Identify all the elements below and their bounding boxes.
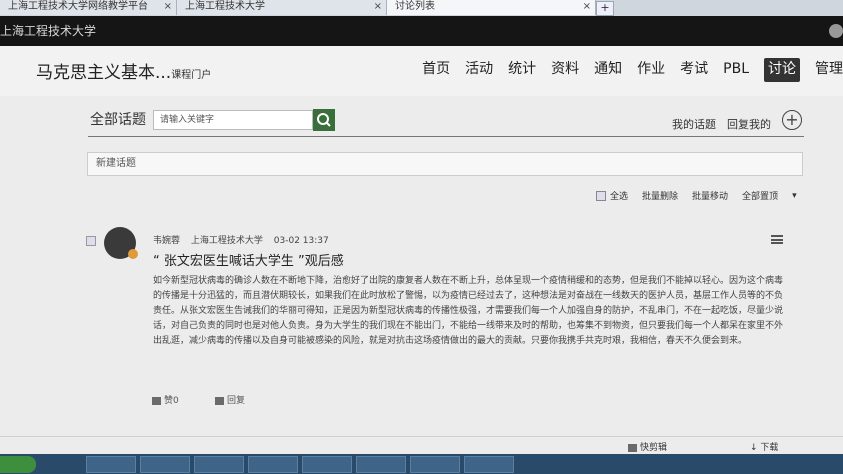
tab-label: 上海工程技术大学 <box>185 1 265 12</box>
taskbar-app[interactable] <box>356 456 406 473</box>
select-all-checkbox[interactable] <box>596 190 606 201</box>
close-icon[interactable]: × <box>374 0 382 13</box>
nav-pbl[interactable]: PBL <box>723 58 749 82</box>
nav-discussion[interactable]: 讨论 <box>764 58 800 82</box>
quick-clip-button[interactable]: 快剪辑 <box>628 440 667 453</box>
browser-tab-university[interactable]: 上海工程技术大学 × <box>177 0 387 15</box>
taskbar-app[interactable] <box>302 456 352 473</box>
user-badge-icon <box>128 249 138 259</box>
post-body: 如今新型冠状病毒的确诊人数在不断地下降，治愈好了出院的康复者人数在不断上升，总体… <box>153 276 784 346</box>
course-portal-link[interactable]: 课程门户 <box>171 70 211 81</box>
nav-manage[interactable]: 管理 <box>815 58 843 82</box>
course-nav: 首页 活动 统计 资料 通知 作业 考试 PBL 讨论 管理 <box>407 58 843 82</box>
avatar[interactable] <box>104 227 138 259</box>
search-input[interactable]: 请输入关键字 <box>153 110 313 130</box>
post-author[interactable]: 韦婉蓉 <box>153 236 180 246</box>
discussion-content: 全部话题 请输入关键字 我的话题 回复我的 + 新建话题 全选 批量删除 批量移… <box>0 96 843 436</box>
nav-activity[interactable]: 活动 <box>465 58 493 82</box>
nav-notices[interactable]: 通知 <box>594 58 622 82</box>
post-school: 上海工程技术大学 <box>190 236 263 246</box>
reply-mine-link[interactable]: 回复我的 <box>727 116 771 132</box>
course-header: 马克思主义基本...课程门户 首页 活动 统计 资料 通知 作业 考试 PBL … <box>0 46 843 97</box>
reply-label: 回复 <box>227 396 246 406</box>
post-checkbox[interactable] <box>86 236 96 246</box>
chevron-down-icon[interactable]: ▾ <box>792 191 797 201</box>
batch-move-button[interactable]: 批量移动 <box>692 189 728 202</box>
nav-stats[interactable]: 统计 <box>508 58 536 82</box>
start-button[interactable] <box>0 456 36 473</box>
browser-tab-platform[interactable]: 上海工程技术大学网络教学平台 × <box>0 0 177 15</box>
play-icon <box>628 443 637 452</box>
browser-tab-discussion[interactable]: 讨论列表 × <box>387 0 596 15</box>
browser-tab-bar: 上海工程技术大学网络教学平台 × 上海工程技术大学 × 讨论列表 × + <box>0 0 843 17</box>
tab-label: 讨论列表 <box>395 1 435 12</box>
all-topics-label: 全部话题 <box>90 112 146 128</box>
site-bar: 上海工程技术大学 <box>0 16 843 46</box>
post-meta: 韦婉蓉 上海工程技术大学 03-02 13:37 <box>153 233 337 246</box>
post-time: 03-02 13:37 <box>273 236 329 246</box>
close-icon[interactable]: × <box>164 0 172 13</box>
divider <box>88 136 804 137</box>
nav-materials[interactable]: 资料 <box>551 58 579 82</box>
browser-status-bar: 快剪辑 ↓ 下载 <box>0 436 843 455</box>
batch-tools: 全选 批量删除 批量移动 全部置顶 ▾ <box>596 189 811 202</box>
new-tab-button[interactable]: + <box>596 1 614 16</box>
taskbar-app[interactable] <box>194 456 244 473</box>
pin-all-button[interactable]: 全部置顶 <box>742 189 778 202</box>
post-title[interactable]: “ 张文宏医生喊话大学生 ”观后感 <box>153 250 344 269</box>
search-icon <box>317 113 331 127</box>
batch-delete-button[interactable]: 批量删除 <box>642 189 678 202</box>
taskbar-app[interactable] <box>464 456 514 473</box>
site-name[interactable]: 上海工程技术大学 <box>0 22 96 39</box>
my-topics-link[interactable]: 我的话题 <box>672 116 716 132</box>
thumbs-up-icon <box>152 396 161 405</box>
select-all-label[interactable]: 全选 <box>610 189 628 202</box>
search-button[interactable] <box>313 109 335 131</box>
download-label: 下载 <box>760 443 779 453</box>
comment-icon <box>215 396 224 405</box>
taskbar-app[interactable] <box>248 456 298 473</box>
taskbar-app[interactable] <box>140 456 190 473</box>
user-avatar[interactable] <box>829 24 843 38</box>
download-icon: ↓ <box>750 443 758 453</box>
like-count: 赞0 <box>164 396 179 406</box>
taskbar-app[interactable] <box>86 456 136 473</box>
add-topic-button[interactable]: + <box>782 110 802 130</box>
course-title[interactable]: 马克思主义基本...课程门户 <box>36 58 211 83</box>
close-icon[interactable]: × <box>583 0 591 13</box>
new-topic-field[interactable]: 新建话题 <box>87 152 803 176</box>
like-button[interactable]: 赞0 <box>152 393 179 406</box>
tab-label: 上海工程技术大学网络教学平台 <box>8 1 148 12</box>
download-button[interactable]: ↓ 下载 <box>750 440 778 453</box>
course-title-text: 马克思主义基本... <box>36 63 172 83</box>
reply-button[interactable]: 回复 <box>215 393 245 406</box>
nav-exam[interactable]: 考试 <box>680 58 708 82</box>
os-taskbar <box>0 454 843 474</box>
nav-homework[interactable]: 作业 <box>637 58 665 82</box>
taskbar-app[interactable] <box>410 456 460 473</box>
nav-home[interactable]: 首页 <box>422 58 450 82</box>
menu-icon[interactable] <box>771 235 783 244</box>
quick-clip-label: 快剪辑 <box>640 443 668 453</box>
